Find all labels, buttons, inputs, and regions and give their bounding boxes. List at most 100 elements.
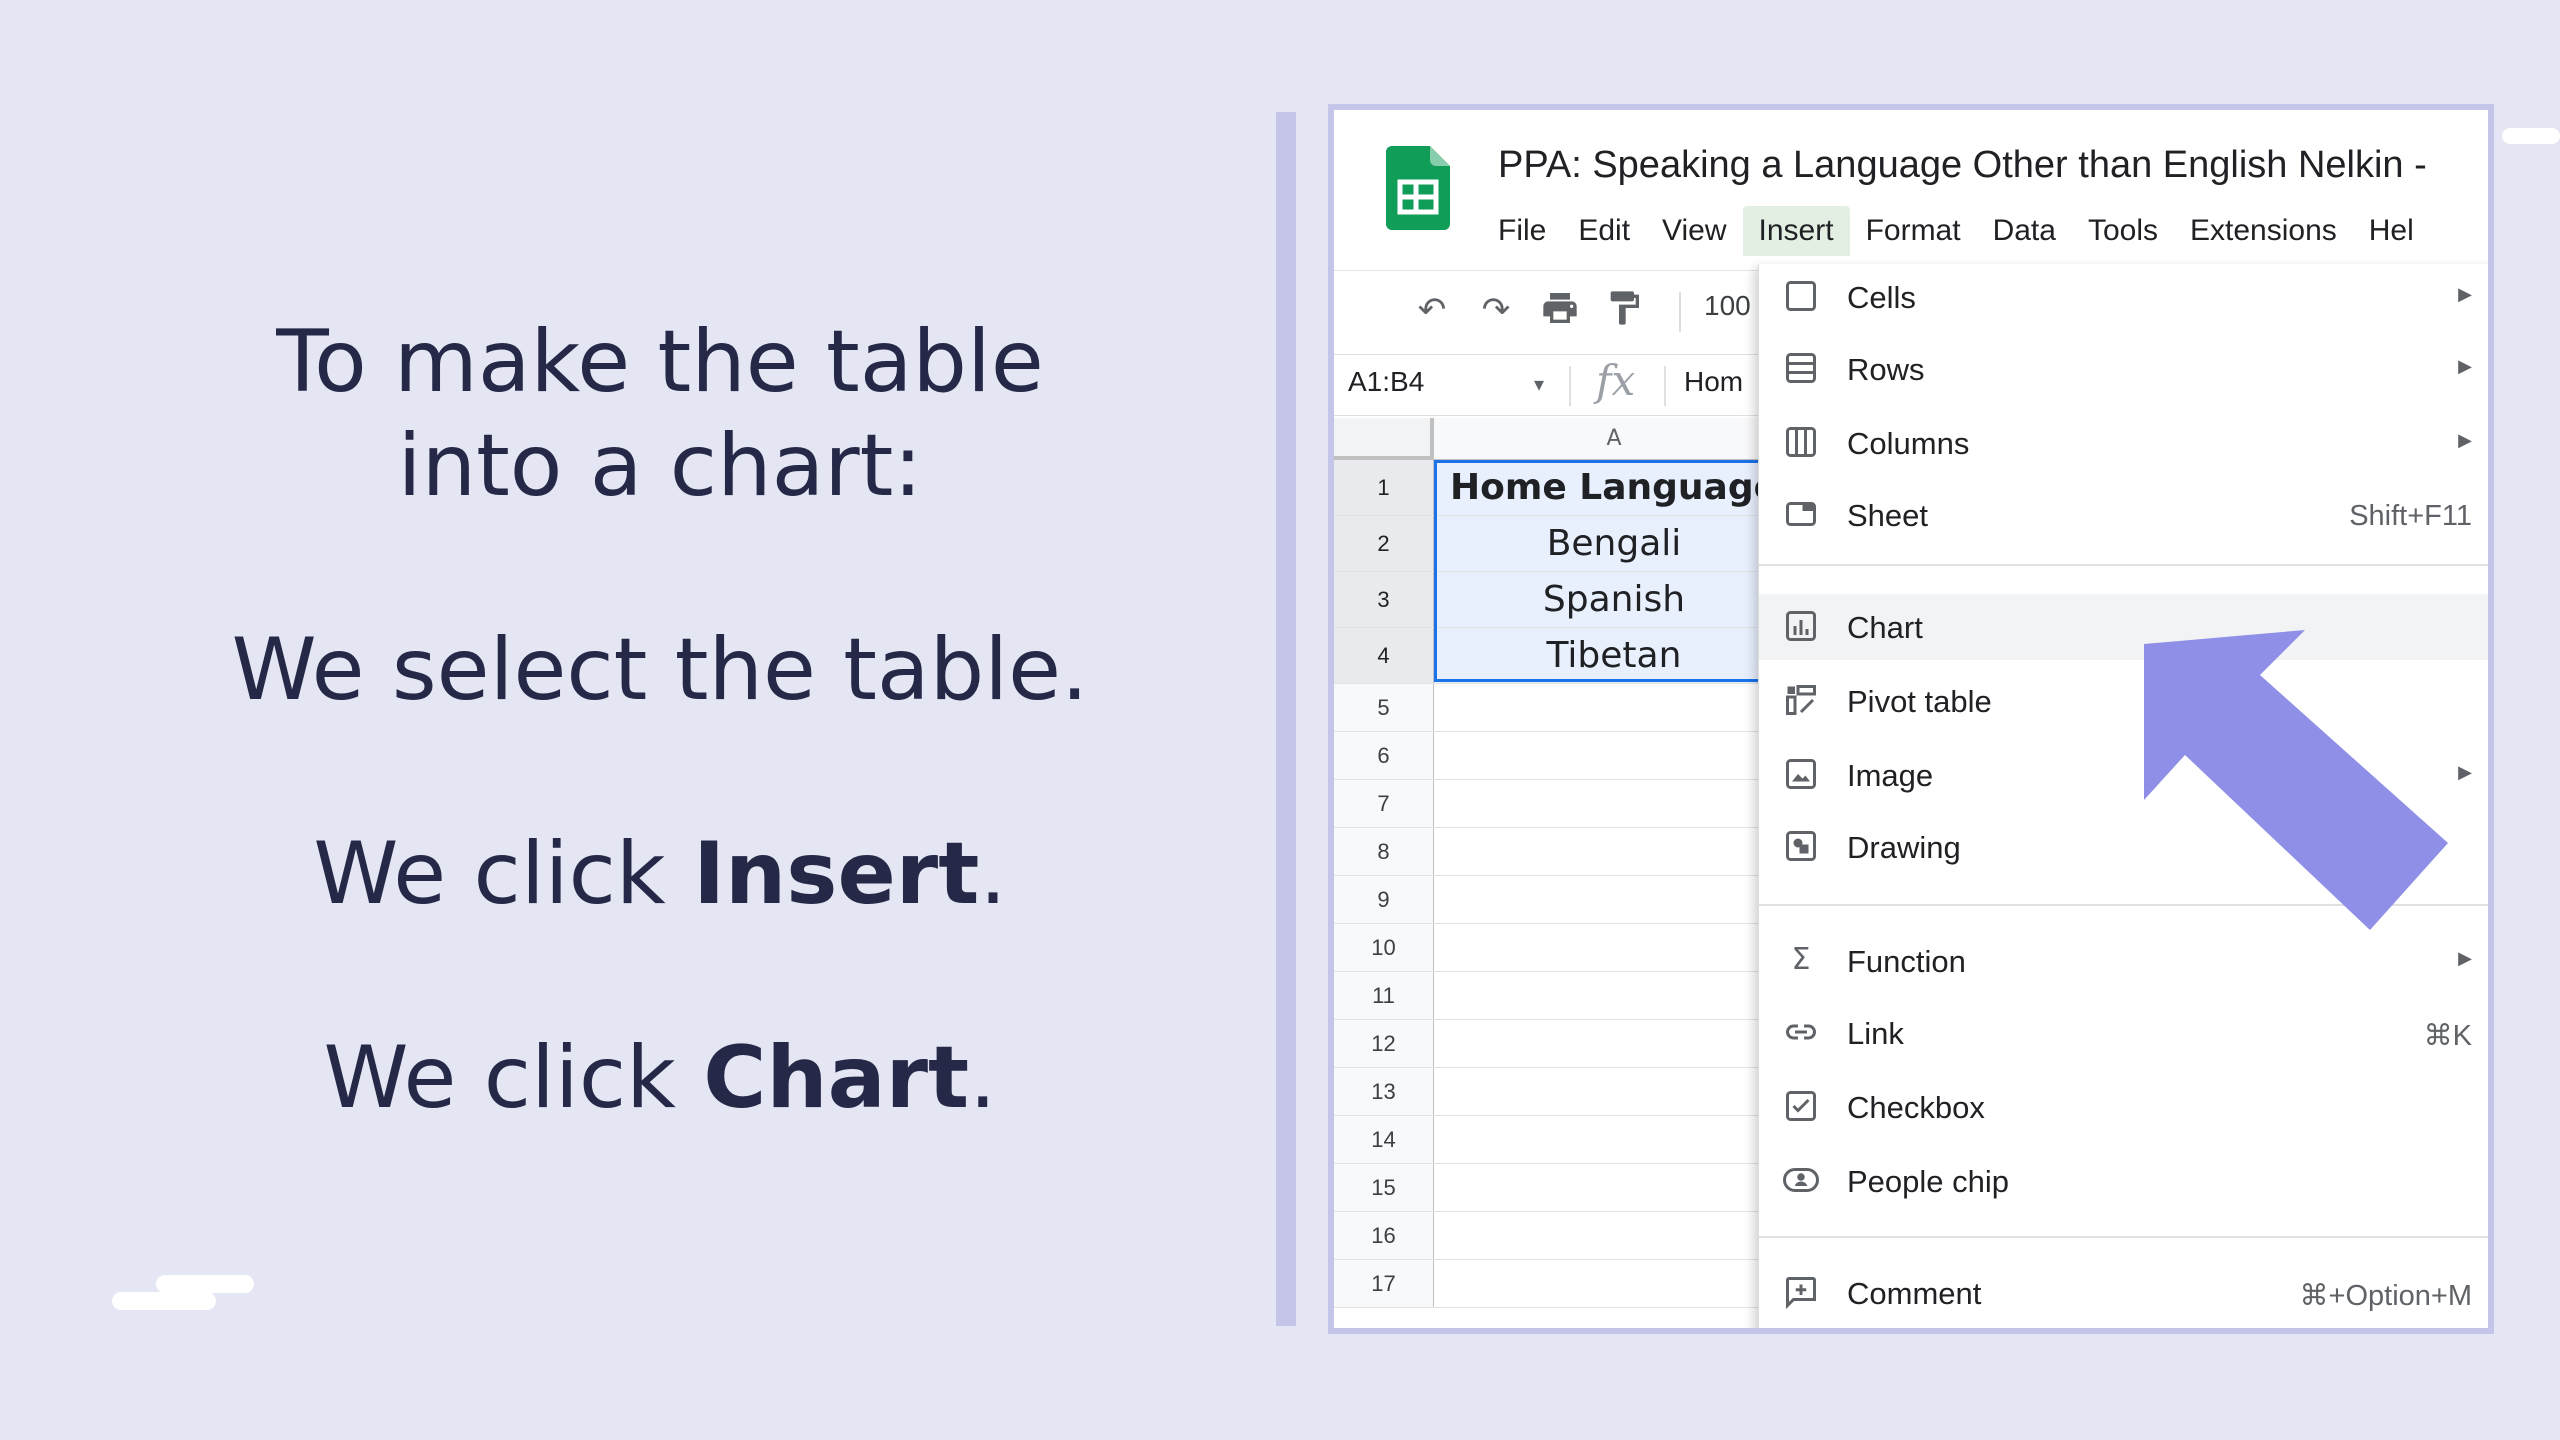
- pointer-arrow-icon: [2144, 630, 2448, 930]
- row-number[interactable]: 3: [1334, 572, 1434, 627]
- grid-cell[interactable]: [1434, 684, 1794, 731]
- menu-tools[interactable]: Tools: [2072, 206, 2174, 256]
- table-row: 5: [1334, 684, 1794, 732]
- grid-cell[interactable]: Tibetan: [1434, 628, 1794, 683]
- table-row: 3 Spanish: [1334, 572, 1794, 628]
- table-row: 2 Bengali: [1334, 516, 1794, 572]
- menu-item-label: Checkbox: [1847, 1090, 1985, 1125]
- menu-view[interactable]: View: [1646, 206, 1742, 256]
- row-number[interactable]: 7: [1334, 780, 1434, 827]
- menu-item-comment[interactable]: Comment ⌘+Option+M: [1759, 1260, 2488, 1326]
- menu-data[interactable]: Data: [1977, 206, 2072, 256]
- menu-item-columns[interactable]: Columns ▶: [1759, 410, 2488, 476]
- instruction-line-2: into a chart:: [397, 416, 923, 516]
- formula-input[interactable]: Hom: [1684, 366, 1743, 398]
- menu-bar: File Edit View Insert Format Data Tools …: [1482, 206, 2430, 256]
- function-fx-icon: fx: [1596, 356, 1636, 405]
- table-row: 4 Tibetan: [1334, 628, 1794, 684]
- name-box[interactable]: A1:B4: [1348, 366, 1424, 398]
- people-chip-icon: [1783, 1162, 1819, 1198]
- table-row: 8: [1334, 828, 1794, 876]
- print-icon[interactable]: [1538, 288, 1582, 332]
- menu-item-cells[interactable]: Cells ▶: [1759, 264, 2488, 330]
- keyboard-shortcut: ⌘+Option+M: [2299, 1280, 2472, 1312]
- grid-cell[interactable]: [1434, 1164, 1794, 1211]
- grid-cell[interactable]: [1434, 1116, 1794, 1163]
- keyboard-shortcut: Shift+F11: [2349, 500, 2472, 532]
- grid-cell[interactable]: [1434, 1260, 1794, 1307]
- menu-edit[interactable]: Edit: [1562, 206, 1646, 256]
- row-number[interactable]: 10: [1334, 924, 1434, 971]
- image-icon: [1783, 756, 1819, 792]
- add-comment-icon: [1783, 1274, 1819, 1310]
- row-number[interactable]: 1: [1334, 460, 1434, 515]
- grid-cell[interactable]: [1434, 972, 1794, 1019]
- grid-cell[interactable]: [1434, 1020, 1794, 1067]
- menu-item-people-chip[interactable]: People chip: [1759, 1148, 2488, 1214]
- row-number[interactable]: 4: [1334, 628, 1434, 683]
- table-row: 16: [1334, 1212, 1794, 1260]
- submenu-arrow-icon: ▶: [2458, 948, 2472, 969]
- instructions-panel: To make the table into a chart: We selec…: [130, 310, 1190, 1130]
- menu-item-rows[interactable]: Rows ▶: [1759, 336, 2488, 402]
- row-number[interactable]: 13: [1334, 1068, 1434, 1115]
- menu-item-link[interactable]: Link ⌘K: [1759, 1000, 2488, 1066]
- undo-icon[interactable]: ↶: [1410, 288, 1454, 332]
- grid-cell[interactable]: [1434, 732, 1794, 779]
- table-row: 6: [1334, 732, 1794, 780]
- menu-item-sheet[interactable]: Sheet Shift+F11: [1759, 482, 2488, 548]
- menu-item-label: Chart: [1847, 610, 1923, 645]
- row-number[interactable]: 6: [1334, 732, 1434, 779]
- menu-extensions[interactable]: Extensions: [2174, 206, 2353, 256]
- table-row: 12: [1334, 1020, 1794, 1068]
- document-title[interactable]: PPA: Speaking a Language Other than Engl…: [1498, 144, 2427, 187]
- row-number[interactable]: 16: [1334, 1212, 1434, 1259]
- chevron-down-icon[interactable]: ▾: [1534, 372, 1544, 396]
- grid-cell[interactable]: Spanish: [1434, 572, 1794, 627]
- columns-icon: [1783, 424, 1819, 460]
- instruction-line-5: We click Chart.: [130, 1026, 1190, 1130]
- checkbox-icon: [1783, 1088, 1819, 1124]
- pivot-table-icon: [1783, 682, 1819, 718]
- menu-item-label: Sheet: [1847, 498, 1929, 533]
- table-row: 14: [1334, 1116, 1794, 1164]
- grid-cell[interactable]: [1434, 924, 1794, 971]
- row-number[interactable]: 5: [1334, 684, 1434, 731]
- submenu-arrow-icon: ▶: [2458, 430, 2472, 451]
- menu-file[interactable]: File: [1482, 206, 1562, 256]
- instruction-5-period: .: [969, 1028, 997, 1128]
- menu-insert[interactable]: Insert: [1742, 206, 1850, 256]
- column-header-a[interactable]: A: [1434, 418, 1794, 460]
- menu-divider: [1759, 564, 2488, 566]
- row-number[interactable]: 11: [1334, 972, 1434, 1019]
- row-number[interactable]: 14: [1334, 1116, 1434, 1163]
- grid-cell[interactable]: [1434, 780, 1794, 827]
- grid-cell[interactable]: [1434, 876, 1794, 923]
- row-number[interactable]: 8: [1334, 828, 1434, 875]
- cells-icon: [1783, 278, 1819, 314]
- menu-item-label: Cells: [1847, 280, 1916, 315]
- redo-icon[interactable]: ↷: [1474, 288, 1518, 332]
- menu-help[interactable]: Hel: [2353, 206, 2430, 256]
- rows-icon: [1783, 350, 1819, 386]
- grid-cell[interactable]: Home Language: [1434, 460, 1794, 515]
- menu-item-label: Pivot table: [1847, 684, 1992, 719]
- row-number[interactable]: 12: [1334, 1020, 1434, 1067]
- menu-item-label: Columns: [1847, 426, 1970, 461]
- decorative-dash: [112, 1292, 216, 1310]
- menu-item-checkbox[interactable]: Checkbox: [1759, 1074, 2488, 1140]
- row-number[interactable]: 17: [1334, 1260, 1434, 1307]
- menu-item-label: Drawing: [1847, 830, 1961, 865]
- row-number[interactable]: 2: [1334, 516, 1434, 571]
- grid-cell[interactable]: [1434, 1212, 1794, 1259]
- grid-cell[interactable]: Bengali: [1434, 516, 1794, 571]
- select-all-corner[interactable]: [1334, 418, 1434, 460]
- row-number[interactable]: 15: [1334, 1164, 1434, 1211]
- row-number[interactable]: 9: [1334, 876, 1434, 923]
- grid-cell[interactable]: [1434, 1068, 1794, 1115]
- grid-cell[interactable]: [1434, 828, 1794, 875]
- menu-format[interactable]: Format: [1850, 206, 1977, 256]
- paint-format-icon[interactable]: [1602, 288, 1646, 332]
- zoom-level[interactable]: 100: [1704, 290, 1751, 322]
- table-row: 11: [1334, 972, 1794, 1020]
